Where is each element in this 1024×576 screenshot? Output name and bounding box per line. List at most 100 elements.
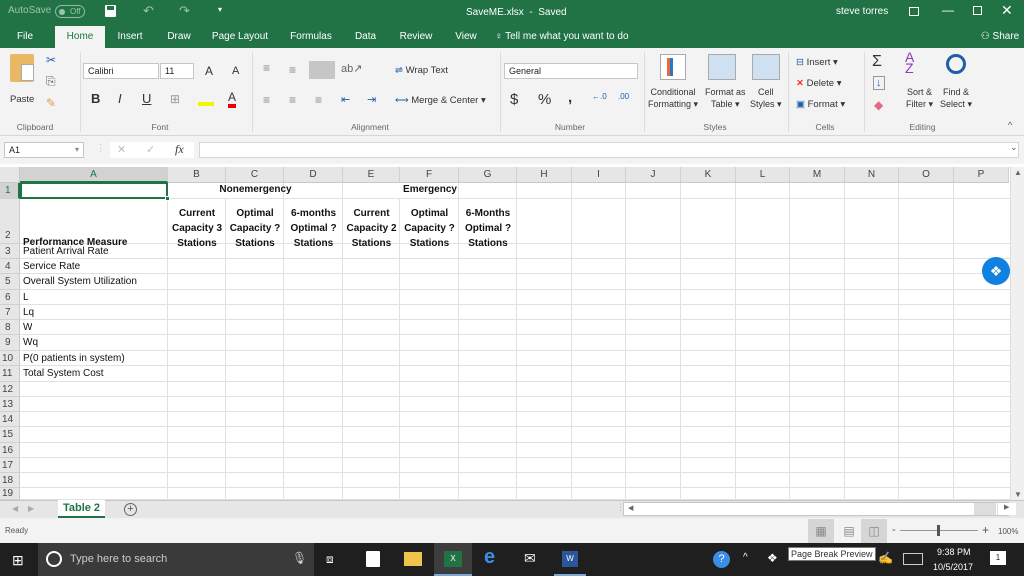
restore-icon[interactable] [973,6,982,15]
scroll-up-icon[interactable]: ▲ [1014,168,1022,177]
merge-center-button[interactable]: ⟷ Merge & Center ▾ [395,95,486,106]
conditional-formatting-icon[interactable] [660,54,686,80]
user-name[interactable]: steve torres [836,6,888,17]
subheader-cell[interactable]: Optimal Capacity ? Stations [400,206,459,251]
word-taskbar-button[interactable]: W [554,543,586,576]
selected-cell-a1[interactable] [20,182,170,201]
row-header-12[interactable]: 12 [0,382,20,397]
align-center-icon[interactable]: ≡ [289,93,296,107]
row-header-19[interactable]: 19 [0,488,20,500]
tab-page-layout[interactable]: Page Layout [208,26,272,48]
column-header-o[interactable]: O [899,167,954,183]
increase-decimal-icon[interactable]: ←.0 [592,92,607,101]
decrease-indent-icon[interactable]: ⇤ [341,93,350,106]
measure-cell[interactable]: Overall System Utilization [23,276,137,287]
emergency-header[interactable]: Emergency [343,184,517,195]
tab-file[interactable]: File [10,26,40,48]
sort-filter-icon[interactable]: AZ [905,50,914,75]
zoom-out-button[interactable]: - [892,524,896,536]
cell-styles-button[interactable]: Cell Styles ▾ [750,86,782,110]
scroll-thumb[interactable] [974,503,996,515]
mail-icon[interactable]: ✉ [524,550,536,567]
font-color-icon[interactable]: A [228,90,237,108]
cell-styles-icon[interactable] [752,54,780,80]
row-header-2[interactable]: 2 [0,199,20,244]
row-header-15[interactable]: 15 [0,427,20,443]
vertical-scrollbar[interactable]: ▲ ▼ [1010,167,1024,500]
minimize-icon[interactable]: — [942,3,954,17]
microphone-icon[interactable]: 🎙 [292,551,307,565]
tab-home[interactable]: Home [55,26,105,48]
middle-align-icon[interactable]: ≡ [289,63,296,77]
find-icon[interactable] [946,54,966,74]
next-sheet-icon[interactable]: ▶ [28,504,34,513]
dropbox-tray-icon[interactable]: ❖ [767,551,778,565]
name-box[interactable]: A1 ▾ [4,142,84,158]
measure-cell[interactable]: Total System Cost [23,368,104,379]
horizontal-scrollbar[interactable]: ◀ ▶ [623,502,1016,516]
column-header-c[interactable]: C [226,167,284,183]
row-header-3[interactable]: 3 [0,244,20,259]
row-header-13[interactable]: 13 [0,397,20,412]
store-icon[interactable] [366,551,380,567]
save-icon[interactable] [105,5,116,17]
column-header-b[interactable]: B [168,167,226,183]
expand-formula-icon[interactable]: ⌄ [1010,142,1018,153]
windows-start-icon[interactable]: ⊞ [12,552,24,569]
font-size-select[interactable]: 11 [160,63,194,79]
help-icon[interactable]: ? [713,551,730,568]
format-as-table-icon[interactable] [708,54,736,80]
increase-indent-icon[interactable]: ⇥ [367,93,376,106]
decrease-font-icon[interactable]: A [232,65,239,77]
subheader-cell[interactable]: 6-months Optimal ? Stations [284,206,343,251]
scroll-down-icon[interactable]: ▼ [1014,490,1022,499]
italic-button[interactable]: I [118,91,122,106]
subheader-cell[interactable]: Current Capacity 3 Stations [168,206,226,251]
copy-icon[interactable]: ⎘ [46,74,56,89]
formula-input[interactable] [199,142,1019,158]
cut-icon[interactable]: ✂ [46,53,56,67]
tab-view[interactable]: View [450,26,482,48]
column-header-e[interactable]: E [343,167,400,183]
share-button[interactable]: ⚇ Share [978,26,1022,48]
row-header-18[interactable]: 18 [0,473,20,488]
wrap-text-button[interactable]: ⇌ Wrap Text [395,65,448,76]
excel-taskbar-button[interactable]: X [434,543,472,576]
cancel-icon[interactable]: ✕ [117,143,126,156]
align-right-icon[interactable]: ≡ [315,93,322,107]
redo-icon[interactable]: ↷ [179,3,190,19]
percent-button[interactable]: % [538,91,551,108]
pen-icon[interactable]: ✍ [878,551,893,565]
measure-cell[interactable]: Service Rate [23,261,80,272]
align-left-icon[interactable]: ≡ [263,93,270,107]
scroll-right-icon[interactable]: ▶ [997,503,1016,515]
measure-cell[interactable]: Wq [23,337,38,348]
tab-insert[interactable]: Insert [110,26,150,48]
column-header-m[interactable]: M [790,167,845,183]
decrease-decimal-icon[interactable]: .00 [618,92,629,101]
edge-icon[interactable]: e [484,546,495,569]
subheader-cell[interactable]: 6-Months Optimal ? Stations [459,206,517,251]
dropbox-icon[interactable]: ❖ [982,257,1010,285]
comma-button[interactable]: , [568,89,572,106]
measure-cell[interactable]: L [23,292,29,303]
page-layout-view-icon[interactable]: ▤ [838,519,860,543]
column-header-g[interactable]: G [459,167,517,183]
row-header-10[interactable]: 10 [0,351,20,366]
scroll-left-icon[interactable]: ◀ [628,504,633,512]
customize-qat-icon[interactable]: ▾ [218,5,222,14]
font-name-select[interactable]: Calibri [83,63,159,79]
action-center-icon[interactable]: 1 [990,551,1006,565]
row-header-1[interactable]: 1 [0,183,20,199]
insert-function-button[interactable]: fx [175,142,184,157]
row-header-17[interactable]: 17 [0,458,20,473]
measure-cell[interactable]: Lq [23,307,34,318]
column-header-p[interactable]: P [954,167,1009,183]
column-header-a[interactable]: A [20,167,168,183]
format-cells-button[interactable]: ▣ Format ▾ [796,99,845,110]
normal-view-icon[interactable]: ▦ [808,519,834,543]
undo-icon[interactable]: ↶ [143,3,154,19]
row-header-6[interactable]: 6 [0,290,20,305]
clear-icon[interactable]: ◆ [874,98,883,112]
zoom-in-button[interactable]: + [982,523,989,537]
